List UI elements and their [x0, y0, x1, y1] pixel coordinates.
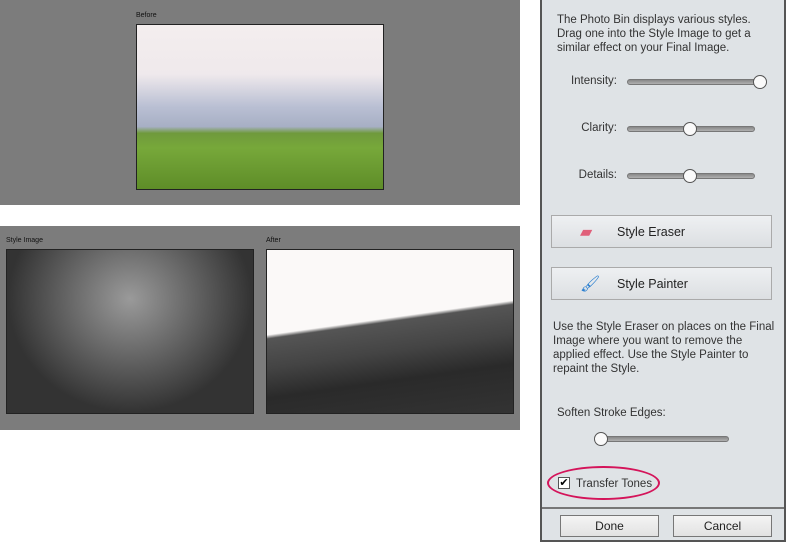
- details-slider-knob[interactable]: [683, 169, 697, 183]
- clarity-label: Clarity:: [581, 122, 617, 134]
- help-text: Use the Style Eraser on places on the Fi…: [553, 321, 775, 375]
- brush-icon: 🖌: [580, 276, 601, 293]
- style-eraser-button[interactable]: ▰ Style Eraser: [551, 215, 772, 248]
- intensity-slider-knob[interactable]: [753, 75, 767, 89]
- intro-text: The Photo Bin displays various styles. D…: [557, 14, 751, 54]
- soften-label: Soften Stroke Edges:: [557, 407, 666, 419]
- cancel-button[interactable]: Cancel: [673, 515, 772, 537]
- style-image-label: Style Image: [6, 237, 43, 244]
- before-image: [136, 24, 384, 190]
- eraser-icon: ▰: [580, 224, 593, 241]
- before-label: Before: [136, 12, 157, 19]
- intensity-slider[interactable]: [627, 75, 767, 89]
- details-slider[interactable]: [627, 169, 755, 183]
- style-panel: Style Image After: [0, 226, 520, 430]
- clarity-slider-knob[interactable]: [683, 122, 697, 136]
- transfer-tones-checkbox[interactable]: ✔: [558, 477, 570, 489]
- style-painter-label: Style Painter: [617, 277, 688, 291]
- details-label: Details:: [578, 169, 617, 181]
- soften-slider[interactable]: [594, 432, 729, 446]
- style-eraser-label: Style Eraser: [617, 225, 686, 239]
- before-panel: Before: [0, 0, 520, 205]
- after-label: After: [266, 237, 281, 244]
- intensity-label: Intensity:: [570, 75, 617, 87]
- style-match-panel: The Photo Bin displays various styles. D…: [540, 0, 786, 542]
- soften-slider-knob[interactable]: [594, 432, 608, 446]
- transfer-tones-label[interactable]: Transfer Tones: [576, 477, 652, 491]
- dialog-footer: Done Cancel: [542, 507, 784, 540]
- style-image[interactable]: [6, 249, 254, 414]
- after-image[interactable]: [266, 249, 514, 414]
- done-button[interactable]: Done: [560, 515, 659, 537]
- clarity-slider[interactable]: [627, 122, 755, 136]
- style-painter-button[interactable]: 🖌 Style Painter: [551, 267, 772, 300]
